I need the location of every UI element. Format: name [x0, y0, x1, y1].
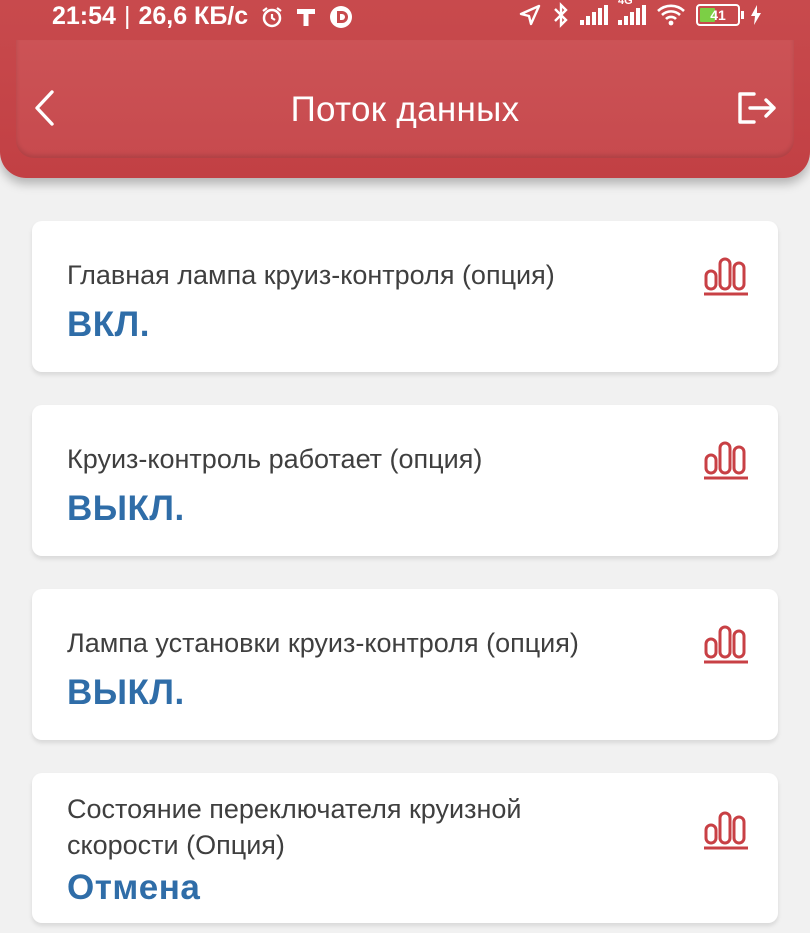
list-item: Круиз-контроль работает (опция) ВЫКЛ.	[32, 405, 778, 556]
app-header: 21:54 | 26,6 КБ/с 4G 41 Поток данных	[0, 0, 810, 178]
location-icon	[519, 4, 541, 26]
d-app-icon	[330, 5, 353, 28]
signal-icon	[580, 5, 608, 25]
chart-icon[interactable]	[702, 437, 750, 481]
parameter-value: Отмена	[67, 868, 201, 907]
parameter-label: Лампа установки круиз-контроля (опция)	[67, 628, 579, 658]
t-app-icon	[297, 8, 316, 26]
chart-icon[interactable]	[702, 621, 750, 665]
charging-icon	[751, 5, 761, 25]
parameter-value: ВЫКЛ.	[67, 673, 185, 712]
chart-icon[interactable]	[702, 253, 750, 297]
page-title: Поток данных	[290, 90, 520, 129]
bluetooth-icon	[554, 2, 568, 28]
parameter-label: Состояние переключателя круизной скорост…	[67, 794, 522, 860]
list-item: Главная лампа круиз-контроля (опция) ВКЛ…	[32, 221, 778, 372]
list-item: Состояние переключателя круизной скорост…	[32, 773, 778, 923]
alarm-icon	[262, 6, 282, 27]
chart-icon[interactable]	[702, 807, 750, 851]
signal-4g-icon: 4G	[618, 0, 646, 25]
parameter-value: ВКЛ.	[67, 305, 150, 344]
list-item: Лампа установки круиз-контроля (опция) В…	[32, 589, 778, 740]
parameter-label: Круиз-контроль работает (опция)	[67, 444, 483, 474]
battery-icon: 41	[696, 4, 744, 26]
logout-icon[interactable]	[734, 88, 778, 128]
parameter-value: ВЫКЛ.	[67, 489, 185, 528]
network-speed: 26,6 КБ/с	[138, 2, 249, 30]
status-time: 21:54	[52, 2, 116, 30]
parameter-label: Главная лампа круиз-контроля (опция)	[67, 260, 555, 290]
status-bar: 21:54 | 26,6 КБ/с 4G 41	[0, 0, 810, 34]
wifi-icon	[657, 4, 685, 26]
